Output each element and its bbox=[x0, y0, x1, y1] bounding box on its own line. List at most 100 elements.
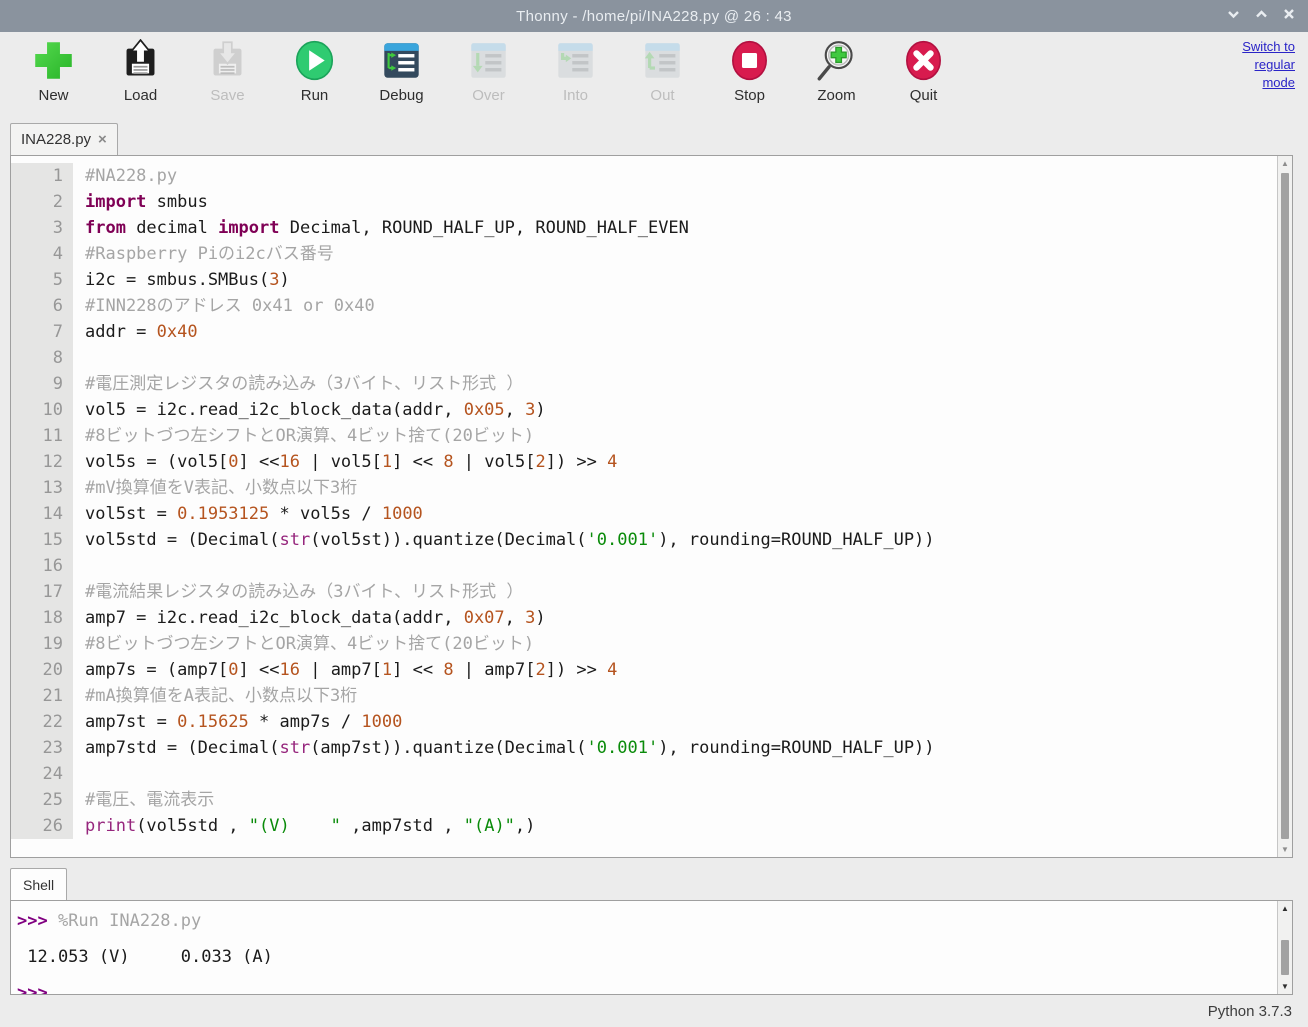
switch-to-regular-mode-link[interactable]: Switch to regular mode bbox=[1229, 38, 1295, 92]
shell-scrollbar-thumb[interactable] bbox=[1281, 940, 1289, 975]
code-line: 11#8ビットづつ左シフトとOR演算、4ビット捨て(20ビット) bbox=[11, 423, 1277, 449]
line-number: 6 bbox=[11, 293, 73, 319]
code-line: 19#8ビットづつ左シフトとOR演算、4ビット捨て(20ビット) bbox=[11, 631, 1277, 657]
code-text: from decimal import Decimal, ROUND_HALF_… bbox=[73, 215, 689, 241]
out-button: Out bbox=[635, 39, 690, 104]
shell-line: 12.053 (V) 0.033 (A) bbox=[17, 939, 1277, 975]
load-file-icon bbox=[119, 39, 162, 82]
python-version-label: Python 3.7.3 bbox=[1208, 1003, 1292, 1020]
code-line: 10vol5 = i2c.read_i2c_block_data(addr, 0… bbox=[11, 397, 1277, 423]
code-text: #8ビットづつ左シフトとOR演算、4ビット捨て(20ビット) bbox=[73, 423, 534, 449]
code-line: 7addr = 0x40 bbox=[11, 319, 1277, 345]
line-number: 19 bbox=[11, 631, 73, 657]
code-text: amp7 = i2c.read_i2c_block_data(addr, 0x0… bbox=[73, 605, 546, 631]
code-line: 20amp7s = (amp7[0] <<16 | amp7[1] << 8 |… bbox=[11, 657, 1277, 683]
line-number: 15 bbox=[11, 527, 73, 553]
toolbar-button-label: Over bbox=[472, 87, 505, 104]
toolbar-button-label: Into bbox=[563, 87, 588, 104]
chevron-down-icon bbox=[1226, 7, 1241, 26]
tab-close-icon[interactable]: × bbox=[98, 131, 107, 148]
chevron-up-icon bbox=[1254, 7, 1269, 26]
code-line: 25#電圧、電流表示 bbox=[11, 787, 1277, 813]
title-bar: Thonny - /home/pi/INA228.py @ 26 : 43 bbox=[0, 0, 1308, 32]
line-number: 17 bbox=[11, 579, 73, 605]
close-icon bbox=[1282, 7, 1296, 26]
save-button: Save bbox=[200, 39, 255, 104]
step-into-icon bbox=[554, 39, 597, 82]
editor-scrollbar-thumb[interactable] bbox=[1281, 173, 1289, 839]
stop-button[interactable]: Stop bbox=[722, 39, 777, 104]
code-line: 3from decimal import Decimal, ROUND_HALF… bbox=[11, 215, 1277, 241]
code-text: #mV換算値をV表記、小数点以下3桁 bbox=[73, 475, 357, 501]
code-line: 13#mV換算値をV表記、小数点以下3桁 bbox=[11, 475, 1277, 501]
maximize-button[interactable] bbox=[1252, 7, 1270, 25]
load-button[interactable]: Load bbox=[113, 39, 168, 104]
code-text: #INN228のアドレス 0x41 or 0x40 bbox=[73, 293, 375, 319]
shell-output[interactable]: >>> %Run INA228.py 12.053 (V) 0.033 (A)>… bbox=[11, 901, 1277, 994]
line-number: 7 bbox=[11, 319, 73, 345]
minimize-button[interactable] bbox=[1224, 7, 1242, 25]
zoom-button[interactable]: Zoom bbox=[809, 39, 864, 104]
line-number: 1 bbox=[11, 163, 73, 189]
tab-label: INA228.py bbox=[21, 131, 91, 148]
code-line: 12vol5s = (vol5[0] <<16 | vol5[1] << 8 |… bbox=[11, 449, 1277, 475]
into-button: Into bbox=[548, 39, 603, 104]
line-number: 23 bbox=[11, 735, 73, 761]
quit-button[interactable]: Quit bbox=[896, 39, 951, 104]
shell-panel: >>> %Run INA228.py 12.053 (V) 0.033 (A)>… bbox=[10, 900, 1293, 995]
close-button[interactable] bbox=[1280, 7, 1298, 25]
code-line: 26print(vol5std , "(V) " ,amp7std , "(A)… bbox=[11, 813, 1277, 839]
code-text: #8ビットづつ左シフトとOR演算、4ビット捨て(20ビット) bbox=[73, 631, 534, 657]
thonny-window: Thonny - /home/pi/INA228.py @ 26 : 43 Ne… bbox=[0, 0, 1308, 1027]
over-button: Over bbox=[461, 39, 516, 104]
scroll-up-icon[interactable]: ▲ bbox=[1278, 904, 1292, 913]
toolbar-button-label: Debug bbox=[379, 87, 423, 104]
code-text: #電流結果レジスタの読み込み（3バイト、リスト形式 ） bbox=[73, 579, 523, 605]
code-line: 17#電流結果レジスタの読み込み（3バイト、リスト形式 ） bbox=[11, 579, 1277, 605]
code-line: 8 bbox=[11, 345, 1277, 371]
debug-button[interactable]: Debug bbox=[374, 39, 429, 104]
code-line: 6#INN228のアドレス 0x41 or 0x40 bbox=[11, 293, 1277, 319]
line-number: 24 bbox=[11, 761, 73, 787]
code-area[interactable]: 1#NA228.py2import smbus3from decimal imp… bbox=[11, 156, 1277, 857]
scroll-down-icon[interactable]: ▼ bbox=[1278, 845, 1292, 854]
code-editor: 1#NA228.py2import smbus3from decimal imp… bbox=[10, 155, 1293, 858]
new-button[interactable]: New bbox=[26, 39, 81, 104]
code-text: amp7std = (Decimal(str(amp7st)).quantize… bbox=[73, 735, 935, 761]
line-number: 10 bbox=[11, 397, 73, 423]
line-number: 25 bbox=[11, 787, 73, 813]
toolbar-button-label: Quit bbox=[910, 87, 938, 104]
shell-tab-label: Shell bbox=[23, 877, 54, 893]
shell-scrollbar[interactable]: ▲ ▼ bbox=[1277, 901, 1292, 994]
toolbar-button-label: Zoom bbox=[817, 87, 855, 104]
code-text: vol5st = 0.1953125 * vol5s / 1000 bbox=[73, 501, 423, 527]
save-file-icon bbox=[206, 39, 249, 82]
line-number: 20 bbox=[11, 657, 73, 683]
code-line: 16 bbox=[11, 553, 1277, 579]
new-document-icon bbox=[32, 39, 75, 82]
scroll-up-icon[interactable]: ▲ bbox=[1278, 159, 1292, 168]
scroll-down-icon[interactable]: ▼ bbox=[1278, 982, 1292, 991]
run-button[interactable]: Run bbox=[287, 39, 342, 104]
line-number: 14 bbox=[11, 501, 73, 527]
run-icon bbox=[293, 39, 336, 82]
shell-tab[interactable]: Shell bbox=[10, 868, 67, 901]
code-line: 24 bbox=[11, 761, 1277, 787]
code-line: 18amp7 = i2c.read_i2c_block_data(addr, 0… bbox=[11, 605, 1277, 631]
tab-ina228[interactable]: INA228.py × bbox=[10, 123, 118, 155]
line-number: 4 bbox=[11, 241, 73, 267]
code-text: i2c = smbus.SMBus(3) bbox=[73, 267, 290, 293]
stop-icon bbox=[728, 39, 771, 82]
window-controls bbox=[1224, 0, 1298, 32]
code-line: 9#電圧測定レジスタの読み込み（3バイト、リスト形式 ） bbox=[11, 371, 1277, 397]
code-text: amp7s = (amp7[0] <<16 | amp7[1] << 8 | a… bbox=[73, 657, 617, 683]
editor-tab-bar: INA228.py × bbox=[0, 122, 1308, 155]
shell-line: >>> %Run INA228.py bbox=[17, 903, 1277, 939]
code-text: #Raspberry Piのi2cバス番号 bbox=[73, 241, 334, 267]
code-line: 14vol5st = 0.1953125 * vol5s / 1000 bbox=[11, 501, 1277, 527]
line-number: 21 bbox=[11, 683, 73, 709]
toolbar-button-label: Load bbox=[124, 87, 157, 104]
editor-scrollbar[interactable]: ▲ ▼ bbox=[1277, 156, 1292, 857]
code-text: #電圧、電流表示 bbox=[73, 787, 214, 813]
line-number: 2 bbox=[11, 189, 73, 215]
